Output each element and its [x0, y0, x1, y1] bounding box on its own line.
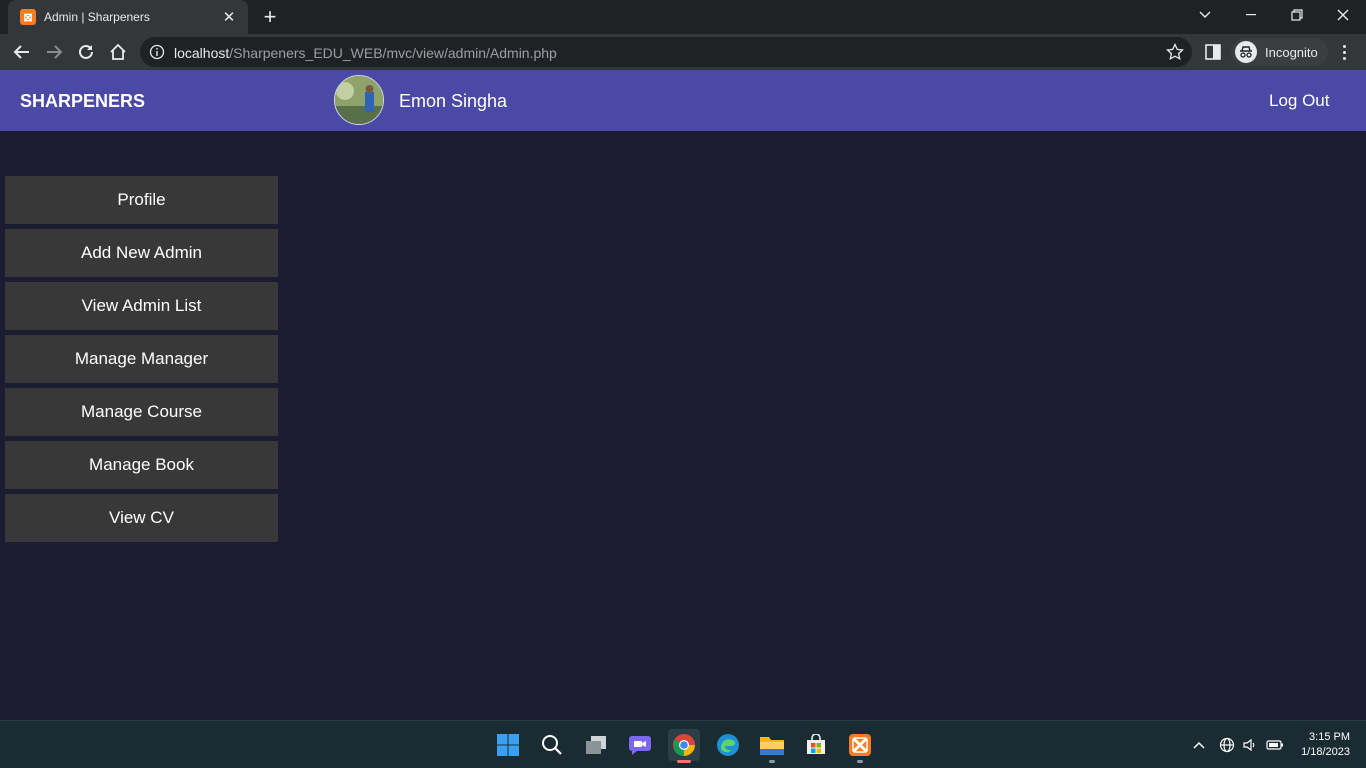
close-tab-icon[interactable]: ✕: [220, 8, 238, 26]
brand-logo-text[interactable]: SHARPENERS: [20, 91, 145, 112]
tab-title: Admin | Sharpeners: [44, 10, 150, 24]
url-text[interactable]: localhost/Sharpeners_EDU_WEB/mvc/view/ad…: [174, 45, 557, 61]
url-path: /Sharpeners_EDU_WEB/mvc/view/admin/Admin…: [229, 45, 557, 61]
main-content: [290, 140, 1360, 710]
incognito-profile-button[interactable]: Incognito: [1231, 38, 1328, 66]
edge-icon[interactable]: [712, 729, 744, 761]
address-bar[interactable]: localhost/Sharpeners_EDU_WEB/mvc/view/ad…: [140, 37, 1192, 67]
browser-menu-button[interactable]: [1334, 42, 1354, 62]
network-globe-icon[interactable]: [1217, 735, 1237, 755]
logout-link[interactable]: Log Out: [1269, 91, 1330, 111]
windows-start-icon[interactable]: [492, 729, 524, 761]
show-hidden-icons-chevron-icon[interactable]: [1189, 735, 1209, 755]
close-window-button[interactable]: [1320, 0, 1366, 30]
chrome-icon[interactable]: [668, 729, 700, 763]
sidebar-item-manage-course[interactable]: Manage Course: [5, 388, 278, 436]
url-host: localhost: [174, 45, 230, 61]
tab-search-chevron-icon[interactable]: [1182, 0, 1228, 30]
browser-tab-strip: ⊠ Admin | Sharpeners ✕ +: [0, 0, 1366, 34]
incognito-label: Incognito: [1265, 44, 1318, 60]
battery-icon[interactable]: [1265, 735, 1285, 755]
reload-icon: [79, 44, 93, 59]
xampp-icon[interactable]: [844, 729, 876, 763]
site-info-icon[interactable]: [149, 44, 165, 60]
app-header: SHARPENERS Emon Singha Log Out: [0, 70, 1366, 131]
store-icon[interactable]: [800, 729, 832, 761]
side-panel-icon[interactable]: [1204, 43, 1222, 61]
arrow-right-icon: [47, 45, 63, 59]
bookmark-star-icon[interactable]: [1166, 43, 1184, 61]
active-app-indicator: [677, 760, 691, 763]
home-icon: [110, 43, 126, 60]
forward-button[interactable]: [40, 38, 68, 66]
arrow-left-icon: [13, 45, 29, 59]
xampp-favicon-icon: ⊠: [20, 9, 36, 25]
browser-tab[interactable]: ⊠ Admin | Sharpeners ✕: [8, 0, 248, 34]
sidebar-item-view-cv[interactable]: View CV: [5, 494, 278, 542]
volume-icon[interactable]: [1240, 735, 1260, 755]
sidebar-item-profile[interactable]: Profile: [5, 176, 278, 224]
user-name: Emon Singha: [399, 91, 508, 111]
taskbar-clock[interactable]: 3:15 PM 1/18/2023: [1301, 730, 1350, 760]
sidebar-item-manage-manager[interactable]: Manage Manager: [5, 335, 278, 383]
incognito-icon: [1235, 41, 1257, 63]
sidebar-item-manage-book[interactable]: Manage Book: [5, 441, 278, 489]
restore-window-button[interactable]: [1274, 0, 1320, 30]
minimize-window-button[interactable]: [1228, 0, 1274, 30]
search-icon[interactable]: [536, 729, 568, 761]
clock-date: 1/18/2023: [1301, 746, 1350, 758]
chat-icon[interactable]: [624, 729, 656, 761]
browser-toolbar: localhost/Sharpeners_EDU_WEB/mvc/view/ad…: [0, 34, 1366, 70]
sidebar-item-add-new-admin[interactable]: Add New Admin: [5, 229, 278, 277]
task-view-icon[interactable]: [580, 729, 612, 761]
avatar: [334, 75, 384, 125]
reload-button[interactable]: [72, 38, 100, 66]
new-tab-button[interactable]: +: [258, 5, 282, 29]
file-explorer-icon[interactable]: [756, 729, 788, 763]
home-button[interactable]: [104, 38, 132, 66]
back-button[interactable]: [8, 38, 36, 66]
sidebar-item-view-admin-list[interactable]: View Admin List: [5, 282, 278, 330]
windows-taskbar: 3:15 PM 1/18/2023: [0, 720, 1366, 768]
clock-time: 3:15 PM: [1309, 731, 1350, 743]
sidebar-menu: Profile Add New Admin View Admin List Ma…: [5, 176, 278, 547]
